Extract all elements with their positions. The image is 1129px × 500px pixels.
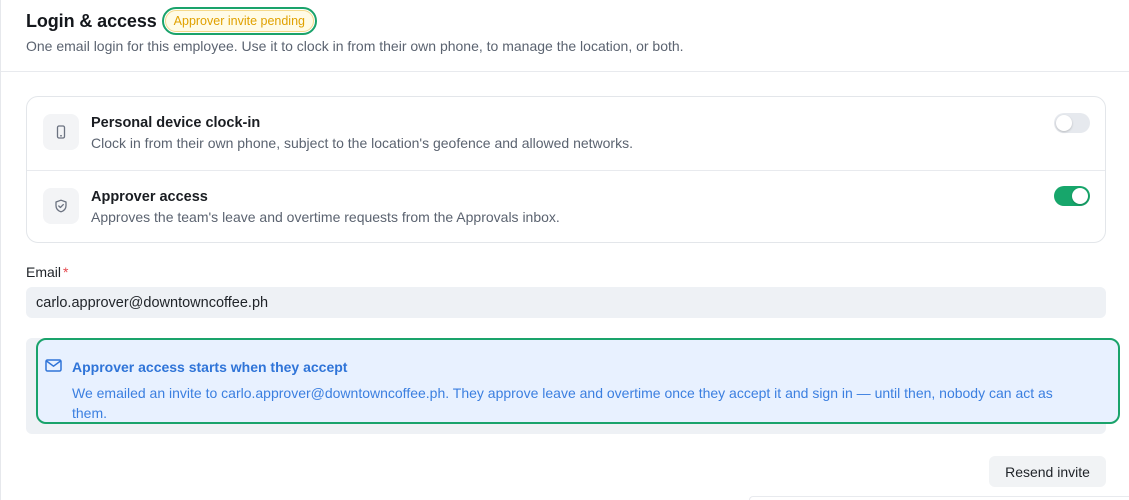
section-header: Login & access Approver invite pending O… bbox=[26, 7, 684, 54]
option-title: Approver access bbox=[91, 189, 208, 205]
option-approver-access: Approver access Approves the team's leav… bbox=[27, 170, 1105, 242]
email-field[interactable] bbox=[26, 287, 1106, 318]
approver-access-toggle[interactable] bbox=[1054, 186, 1090, 206]
section-title: Login & access bbox=[26, 10, 157, 31]
panel-edge bbox=[749, 496, 1129, 500]
toggle-knob bbox=[1072, 188, 1088, 204]
login-access-card: Login & access Approver invite pending O… bbox=[0, 0, 1129, 500]
option-title: Personal device clock-in bbox=[91, 115, 261, 131]
toggle-knob bbox=[1056, 115, 1072, 131]
invite-notice: Approver access starts when they accept … bbox=[36, 338, 1120, 424]
notice-title: Approver access starts when they accept bbox=[72, 359, 348, 375]
email-label: Email * bbox=[26, 264, 68, 280]
email-label-text: Email bbox=[26, 264, 62, 280]
section-subtitle: One email login for this employee. Use i… bbox=[26, 38, 684, 54]
option-personal-device-clock-in: Personal device clock-in Clock in from t… bbox=[27, 97, 1105, 169]
required-mark: * bbox=[63, 264, 69, 280]
shield-check-icon bbox=[43, 188, 79, 224]
personal-device-toggle[interactable] bbox=[1054, 113, 1090, 133]
title-row: Login & access Approver invite pending bbox=[26, 7, 684, 35]
divider bbox=[1, 71, 1129, 72]
phone-icon bbox=[43, 114, 79, 150]
resend-invite-button[interactable]: Resend invite bbox=[989, 456, 1106, 487]
mail-icon bbox=[45, 359, 62, 377]
option-description: Clock in from their own phone, subject t… bbox=[91, 135, 633, 151]
access-options: Personal device clock-in Clock in from t… bbox=[26, 96, 1106, 243]
status-badge: Approver invite pending bbox=[161, 7, 318, 35]
option-description: Approves the team's leave and overtime r… bbox=[91, 209, 560, 225]
notice-text: We emailed an invite to carlo.approver@d… bbox=[72, 385, 1053, 421]
